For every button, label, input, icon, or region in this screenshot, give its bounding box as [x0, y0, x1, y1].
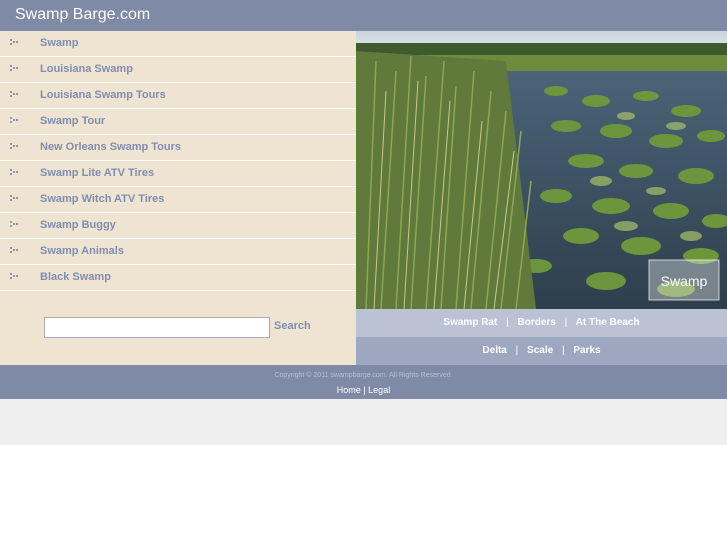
site-header: Swamp Barge.com — [0, 0, 727, 31]
link-parks[interactable]: Parks — [573, 345, 600, 356]
nav-label[interactable]: Swamp — [40, 37, 79, 49]
bullet-icon — [10, 65, 20, 73]
link-scale[interactable]: Scale — [527, 345, 553, 356]
link-swamp-rat[interactable]: Swamp Rat — [443, 317, 497, 328]
bullet-icon — [10, 221, 20, 229]
link-at-the-beach[interactable]: At The Beach — [576, 317, 640, 328]
nav-item-swamp[interactable]: Swamp — [0, 31, 356, 57]
nav-item-swamp-tour[interactable]: Swamp Tour — [0, 109, 356, 135]
links-row-2: Delta | Scale | Parks — [356, 337, 727, 365]
footer-links: Home | Legal — [0, 385, 727, 395]
footer: Copyright © 2011 swampbarge.com. All Rig… — [0, 365, 727, 399]
bullet-icon — [10, 247, 20, 255]
bullet-icon — [10, 39, 20, 47]
search-button[interactable]: Search — [274, 320, 311, 332]
hero-image: Swamp — [356, 31, 727, 309]
separator: | — [506, 317, 509, 328]
bullet-icon — [10, 143, 20, 151]
nav-label[interactable]: Louisiana Swamp Tours — [40, 89, 166, 101]
bullet-icon — [10, 273, 20, 281]
footer-separator: | — [363, 385, 366, 395]
nav-label[interactable]: Swamp Witch ATV Tires — [40, 193, 164, 205]
site-title[interactable]: Swamp Barge.com — [15, 6, 150, 24]
swamp-photo: Swamp — [356, 31, 727, 309]
nav-item-swamp-lite-atv-tires[interactable]: Swamp Lite ATV Tires — [0, 161, 356, 187]
separator: | — [564, 317, 568, 328]
copyright-text: Copyright © 2011 swampbarge.com. All Rig… — [274, 372, 453, 379]
bullet-icon — [10, 91, 20, 99]
bottom-band — [0, 399, 727, 445]
sidebar: Swamp Louisiana Swamp Louisiana Swamp To… — [0, 31, 356, 365]
nav-label[interactable]: Swamp Lite ATV Tires — [40, 167, 154, 179]
nav-item-louisiana-swamp[interactable]: Louisiana Swamp — [0, 57, 356, 83]
nav-label[interactable]: Swamp Tour — [40, 115, 105, 127]
bullet-icon — [10, 117, 20, 125]
footer-link-home[interactable]: Home — [337, 385, 361, 395]
search-input[interactable] — [44, 317, 270, 338]
links-row-1: Swamp Rat | Borders | At The Beach — [356, 309, 727, 337]
separator: | — [515, 345, 519, 356]
nav-label[interactable]: New Orleans Swamp Tours — [40, 141, 181, 153]
nav-item-swamp-buggy[interactable]: Swamp Buggy — [0, 213, 356, 239]
sidebar-nav: Swamp Louisiana Swamp Louisiana Swamp To… — [0, 31, 356, 291]
nav-label[interactable]: Swamp Animals — [40, 245, 124, 257]
hero-watermark: Swamp — [661, 273, 708, 289]
footer-link-legal[interactable]: Legal — [368, 385, 390, 395]
nav-item-louisiana-swamp-tours[interactable]: Louisiana Swamp Tours — [0, 83, 356, 109]
nav-item-black-swamp[interactable]: Black Swamp — [0, 265, 356, 291]
nav-item-swamp-animals[interactable]: Swamp Animals — [0, 239, 356, 265]
nav-item-swamp-witch-atv-tires[interactable]: Swamp Witch ATV Tires — [0, 187, 356, 213]
separator: | — [561, 345, 565, 356]
nav-label[interactable]: Black Swamp — [40, 271, 111, 283]
nav-label[interactable]: Louisiana Swamp — [40, 63, 133, 75]
link-delta[interactable]: Delta — [482, 345, 506, 356]
link-borders[interactable]: Borders — [518, 317, 556, 328]
bullet-icon — [10, 169, 20, 177]
bullet-icon — [10, 195, 20, 203]
nav-item-new-orleans-swamp-tours[interactable]: New Orleans Swamp Tours — [0, 135, 356, 161]
nav-label[interactable]: Swamp Buggy — [40, 219, 116, 231]
